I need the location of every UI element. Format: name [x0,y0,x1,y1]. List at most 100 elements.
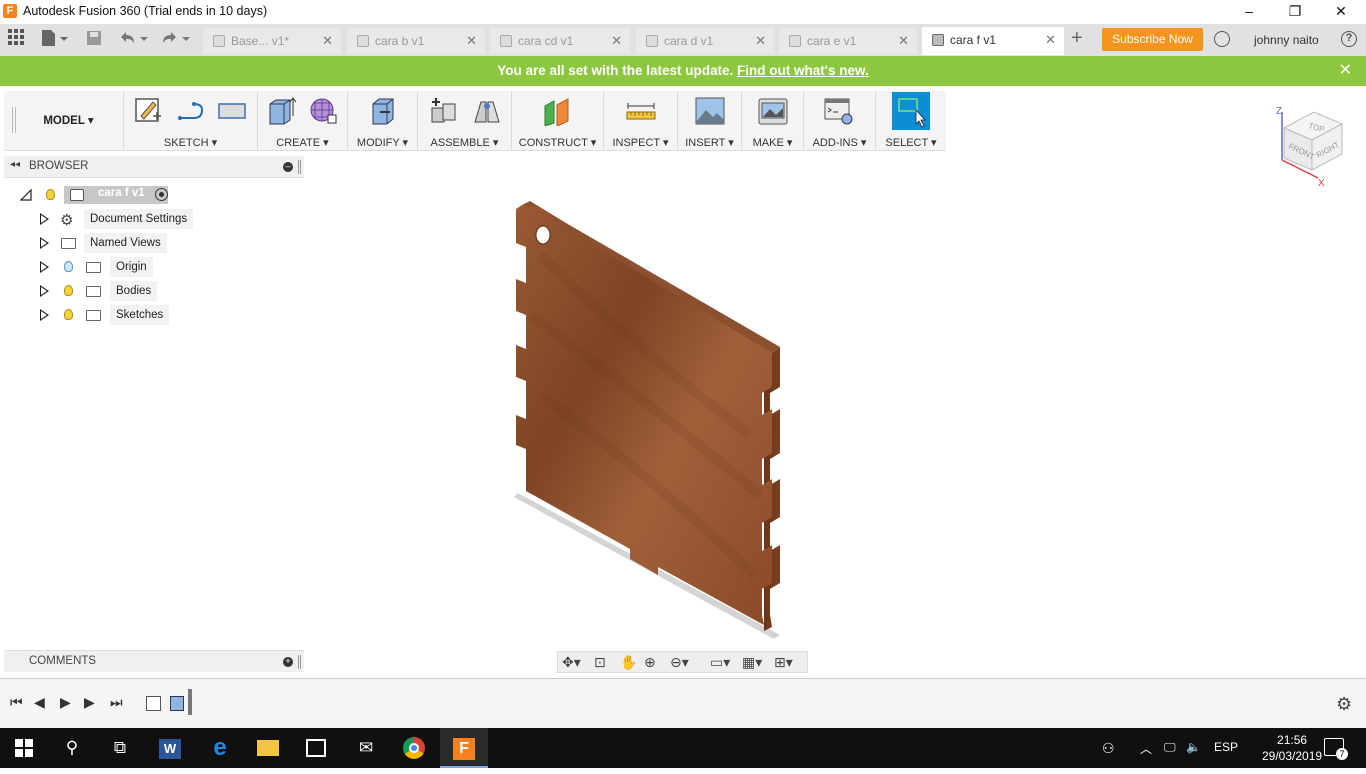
offset-plane-icon[interactable] [542,96,572,126]
timeline-settings-gear-icon[interactable]: ⚙ [1336,694,1352,715]
browser-item-sketches[interactable]: Sketches [38,305,178,325]
subscribe-now-button[interactable]: Subscribe Now [1102,28,1203,51]
construct-menu[interactable]: CONSTRUCT ▾ [512,136,603,149]
construct-group[interactable]: CONSTRUCT ▾ [512,91,604,151]
workspace-switcher[interactable]: MODEL ▾ [14,91,124,151]
inspect-menu[interactable]: INSPECT ▾ [604,136,677,149]
new-component-icon[interactable] [428,96,458,126]
measure-icon[interactable] [626,96,656,126]
close-tab-icon[interactable]: ✕ [466,28,477,54]
select-active-bg[interactable] [892,92,930,130]
extrude-icon[interactable] [266,96,296,126]
whats-new-link[interactable]: Find out what's new. [737,63,869,78]
select-group[interactable]: SELECT ▾ [876,91,946,151]
show-hidden-icons-chevron[interactable]: ︿ [1140,740,1152,757]
tab-cara-e[interactable]: cara e v1 ✕ [779,28,917,54]
line-icon[interactable] [176,96,206,126]
close-window-button[interactable]: ✕ [1318,0,1364,24]
create-menu[interactable]: CREATE ▾ [258,136,347,149]
tab-cara-d[interactable]: cara d v1 ✕ [636,28,774,54]
network-icon[interactable]: 🖵 [1164,740,1176,755]
step-back-icon[interactable]: ◀ [34,694,45,711]
expand-triangle-icon[interactable] [40,285,49,297]
assemble-menu[interactable]: ASSEMBLE ▾ [418,136,511,149]
make-group[interactable]: MAKE ▾ [742,91,804,151]
joint-icon[interactable] [472,96,502,126]
display-settings-icon[interactable]: ▭▾ [710,654,730,671]
search-icon[interactable]: ⚲ [48,728,96,768]
close-tab-icon[interactable]: ✕ [322,28,333,54]
comments-panel[interactable]: COMMENTS + [4,650,304,672]
press-pull-icon[interactable] [368,96,398,126]
go-to-end-icon[interactable]: ⏭ [110,694,123,711]
save-icon[interactable] [86,30,102,51]
create-sketch-icon[interactable] [133,96,163,126]
pan-hand-icon[interactable]: ✋ [620,654,637,671]
browser-header[interactable]: ◂◂ BROWSER – [4,156,304,178]
visibility-bulb-icon[interactable] [64,285,73,296]
assemble-group[interactable]: ASSEMBLE ▾ [418,91,512,151]
browser-item-origin[interactable]: Origin [38,257,168,277]
tab-cara-b[interactable]: cara b v1 ✕ [347,28,485,54]
insert-group[interactable]: INSERT ▾ [678,91,742,151]
close-tab-icon[interactable]: ✕ [898,28,909,54]
inspect-group[interactable]: INSPECT ▾ [604,91,678,151]
zoom-icon[interactable]: ⊕ [644,654,656,671]
fusion360-taskbar-icon[interactable]: F [440,728,488,768]
visibility-bulb-icon[interactable] [46,189,55,200]
store-icon[interactable] [292,728,340,768]
edge-browser-icon[interactable]: e [196,728,244,768]
tab-cara-f[interactable]: cara f v1 ✕ [922,27,1064,55]
3d-print-icon[interactable] [758,96,788,126]
file-explorer-icon[interactable] [244,728,292,768]
go-to-start-icon[interactable]: ⏮ [10,694,23,711]
close-tab-icon[interactable]: ✕ [1045,27,1056,53]
mail-icon[interactable]: ✉ [342,728,390,768]
view-cube[interactable]: TOP FRONT RIGHT Z X [1270,100,1350,190]
undo-icon[interactable] [118,29,148,52]
comments-add-icon[interactable]: + [283,657,293,667]
browser-item-named-views[interactable]: Named Views [38,233,178,253]
taskbar-clock[interactable]: 21:56 29/03/2019 [1262,732,1322,764]
play-icon[interactable]: ▶ [60,694,71,711]
activate-radio-icon[interactable] [155,188,168,201]
scripts-addins-icon[interactable] [824,96,854,126]
tab-base[interactable]: Base... v1* ✕ [203,28,341,54]
new-tab-plus-icon[interactable]: + [1071,27,1083,50]
comments-pin-handle[interactable] [298,655,301,669]
select-menu[interactable]: SELECT ▾ [876,136,946,149]
browser-pin-handle[interactable] [298,160,301,174]
browser-item-document-settings[interactable]: ⚙ Document Settings [38,209,198,229]
timeline-extrude-feature-icon[interactable] [170,696,184,711]
word-icon[interactable]: W [146,728,194,768]
model-viewport[interactable] [500,195,800,645]
step-forward-icon[interactable]: ▶ [84,694,95,711]
add-ins-group[interactable]: ADD-INS ▾ [804,91,876,151]
visibility-bulb-icon[interactable] [64,261,73,272]
help-icon[interactable]: ? [1341,31,1357,47]
modify-group[interactable]: MODIFY ▾ [348,91,418,151]
collapse-browser-icon[interactable]: ◂◂ [10,159,20,170]
modify-menu[interactable]: MODIFY ▾ [348,136,417,149]
add-ins-menu[interactable]: ADD-INS ▾ [804,136,875,149]
insert-image-icon[interactable] [695,96,725,126]
insert-menu[interactable]: INSERT ▾ [678,136,741,149]
data-panel-grid-icon[interactable] [8,29,24,50]
sketch-group[interactable]: SKETCH ▾ [124,91,258,151]
windows-start-icon[interactable] [0,728,48,768]
language-indicator[interactable]: ESP [1214,740,1238,754]
expand-triangle-icon[interactable] [40,309,49,321]
rectangle-icon[interactable] [217,96,247,126]
expand-triangle-icon[interactable] [40,237,49,249]
close-notification-icon[interactable]: ✕ [1339,56,1352,86]
browser-minimize-icon[interactable]: – [283,162,293,172]
chrome-icon[interactable] [390,728,438,768]
timeline-sketch-feature-icon[interactable] [146,696,161,711]
close-tab-icon[interactable]: ✕ [755,28,766,54]
redo-icon[interactable] [160,29,190,52]
close-tab-icon[interactable]: ✕ [611,28,622,54]
form-icon[interactable] [308,96,338,126]
zoom-window-icon[interactable]: ⊖▾ [670,654,689,671]
job-status-clock-icon[interactable] [1214,31,1230,47]
timeline-marker-handle[interactable] [188,689,192,715]
